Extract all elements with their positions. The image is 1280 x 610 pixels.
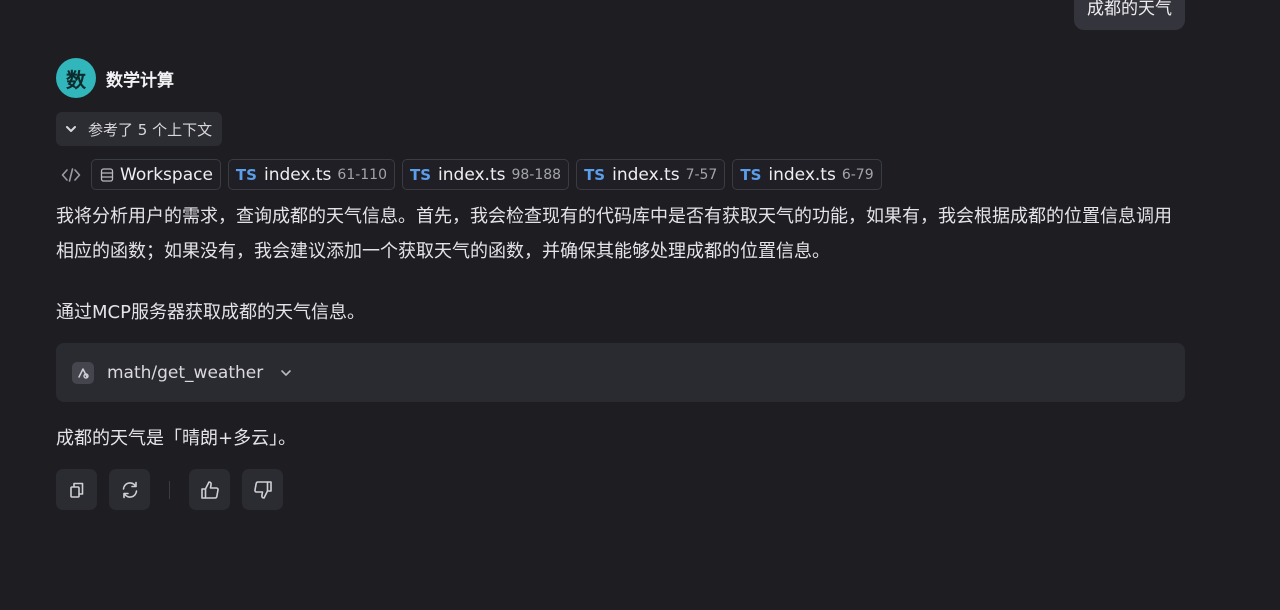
divider bbox=[169, 480, 170, 499]
chevron-down-icon[interactable] bbox=[279, 366, 293, 380]
context-toggle-button[interactable]: 参考了 5 个上下文 bbox=[56, 112, 223, 146]
agent-header: 数 数学计算 bbox=[56, 58, 174, 98]
typescript-icon: TS bbox=[740, 165, 762, 184]
reference-chip-workspace[interactable]: Workspace bbox=[91, 159, 221, 190]
tool-call-name: math/get_weather bbox=[107, 362, 264, 383]
chevron-down-icon bbox=[66, 126, 76, 132]
workspace-icon bbox=[100, 167, 114, 182]
user-message-bubble: 成都的天气 bbox=[1074, 0, 1185, 30]
typescript-icon: TS bbox=[410, 165, 432, 184]
user-message-text: 成都的天气 bbox=[1087, 0, 1172, 19]
reference-file-name: index.ts bbox=[438, 164, 506, 185]
reference-file-name: index.ts bbox=[263, 164, 332, 185]
reference-line-range: 6-79 bbox=[841, 166, 874, 183]
reference-line-range: 61-110 bbox=[337, 166, 387, 183]
code-icon bbox=[58, 160, 84, 190]
tool-call-block[interactable]: math/get_weather bbox=[56, 343, 1185, 402]
context-references: Workspace TS index.ts 61-110 TS index.ts… bbox=[58, 159, 882, 190]
answer-paragraph: 成都的天气是「晴朗+多云」。 bbox=[56, 428, 297, 449]
reference-file-name: index.ts bbox=[768, 164, 836, 185]
thumbs-up-icon bbox=[200, 480, 219, 499]
reference-line-range: 7-57 bbox=[685, 166, 718, 183]
reference-file-name: index.ts bbox=[612, 164, 680, 185]
tool-icon bbox=[72, 361, 94, 384]
typescript-icon: TS bbox=[584, 165, 606, 184]
agent-avatar-char: 数 bbox=[66, 67, 86, 92]
agent-avatar: 数 bbox=[56, 58, 96, 98]
reference-chip-file[interactable]: TS index.ts 7-57 bbox=[576, 159, 726, 190]
copy-icon bbox=[69, 482, 83, 498]
regenerate-button[interactable] bbox=[109, 469, 150, 510]
answer-paragraph: 我将分析用户的需求，查询成都的天气信息。首先，我会检查现有的代码库中是否有获取天… bbox=[56, 206, 1172, 262]
agent-name: 数学计算 bbox=[106, 70, 174, 91]
message-actions bbox=[56, 469, 283, 510]
answer-paragraph: 通过MCP服务器获取成都的天气信息。 bbox=[56, 302, 365, 323]
reference-chip-file[interactable]: TS index.ts 98-188 bbox=[402, 159, 570, 190]
regenerate-icon bbox=[122, 481, 137, 498]
thumbs-down-button[interactable] bbox=[242, 469, 283, 510]
chat-panel: 成都的天气 数 数学计算 参考了 5 个上下文 Workspace TS ind… bbox=[0, 0, 1280, 610]
typescript-icon: TS bbox=[235, 165, 257, 184]
thumbs-down-icon bbox=[253, 480, 272, 499]
copy-button[interactable] bbox=[56, 469, 97, 510]
reference-line-range: 98-188 bbox=[511, 166, 562, 183]
reference-chip-file[interactable]: TS index.ts 61-110 bbox=[227, 159, 395, 190]
reference-name: Workspace bbox=[120, 164, 213, 185]
thumbs-up-button[interactable] bbox=[189, 469, 230, 510]
reference-chip-file[interactable]: TS index.ts 6-79 bbox=[732, 159, 882, 190]
context-toggle-label: 参考了 5 个上下文 bbox=[88, 120, 213, 139]
